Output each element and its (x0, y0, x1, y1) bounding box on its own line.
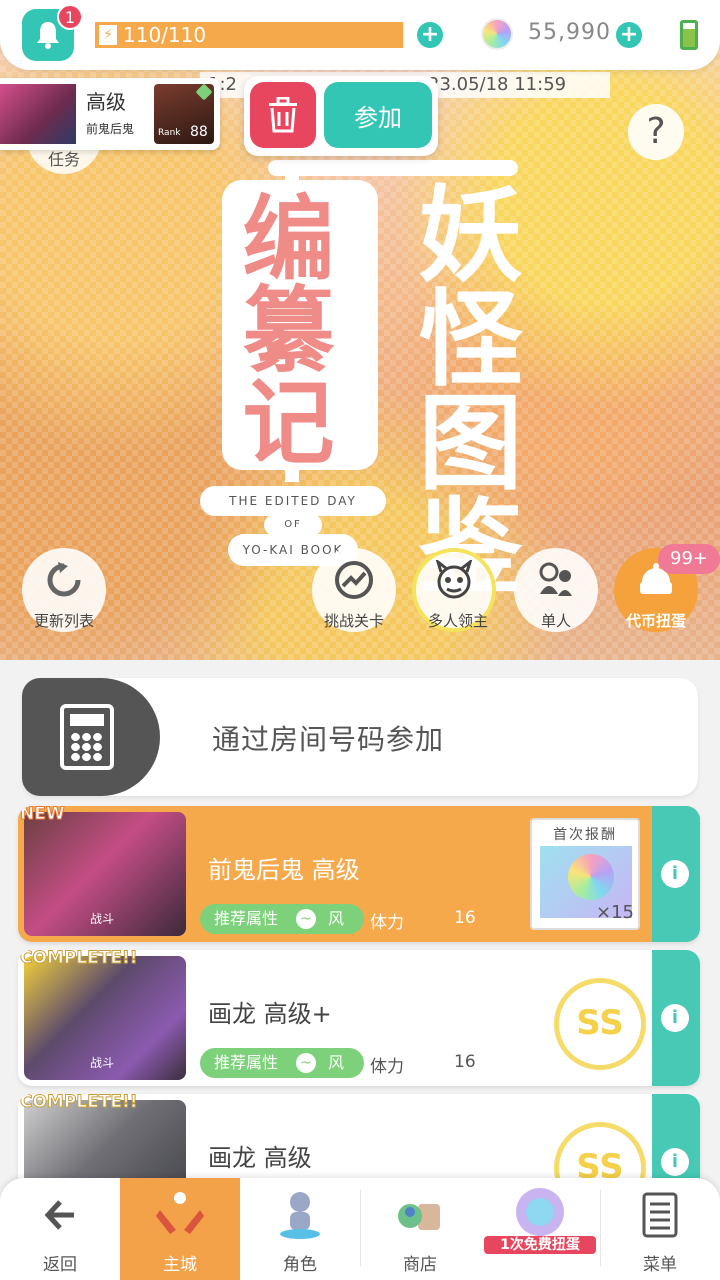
quest-boss-name: 前鬼后鬼 (86, 122, 135, 136)
rank-number: 88 (190, 124, 208, 140)
battle-label: 战斗 (90, 1056, 115, 1070)
ticker-right: 23.05/18 11:59 (428, 74, 567, 95)
room-code-icon-panel (22, 678, 160, 796)
stamina-label: 体力 (370, 913, 404, 933)
status-bar: 1 ⚡ 110/110 + 55,990 + (0, 0, 720, 70)
quest-title: 画龙 高级 (208, 1144, 312, 1172)
solo-button[interactable]: 单人 (514, 548, 598, 632)
complete-flag: COMPLETE!! (19, 950, 138, 969)
refresh-icon (47, 562, 81, 597)
battle-label: 战斗 (90, 912, 115, 926)
nav-back[interactable]: 返回 (0, 1178, 120, 1280)
attr-value: 风 (328, 1053, 345, 1072)
stamina-bar: ⚡ 110/110 (95, 22, 403, 48)
token-gacha-label: 代币扭蛋 (625, 612, 686, 630)
quest-title: 画龙 高级+ (208, 1000, 332, 1028)
solo-label: 单人 (540, 612, 571, 630)
multi-boss-label: 多人领主 (427, 612, 488, 630)
logo-decor-bar (268, 160, 518, 176)
nav-free-gacha[interactable]: 1次免费扭蛋 (480, 1178, 600, 1280)
first-reward-label: 首次报酬 (553, 827, 617, 843)
nav-shop-label: 商店 (403, 1255, 437, 1275)
stamina-text: 110/110 (123, 23, 207, 47)
logo-en-line1: THE EDITED DAY (200, 486, 386, 516)
task-label: 任务 (47, 150, 80, 169)
attr-label: 推荐属性 (214, 909, 279, 928)
recommended-attribute: 推荐属性 ~ 风 (200, 1048, 364, 1078)
new-flag: NEW (20, 806, 66, 825)
keypad-icon (60, 704, 114, 770)
logo-left-text: 编纂记 (227, 190, 334, 466)
ss-rank-stamp: SS (554, 978, 646, 1070)
notification-count-badge: 1 (57, 4, 83, 30)
quest-title: 前鬼后鬼 高级 (208, 856, 360, 884)
quest-info-button[interactable]: i (652, 950, 700, 1086)
rank-label: Rank (158, 128, 181, 138)
logo-en-line2: OF (264, 514, 322, 536)
demon-face-icon (435, 560, 473, 599)
nav-back-label: 返回 (43, 1255, 77, 1275)
add-currency-button[interactable]: + (616, 22, 642, 48)
info-icon: i (661, 1004, 689, 1032)
quest-info-button[interactable]: i (652, 806, 700, 942)
pinball-flipper-icon (156, 1192, 204, 1234)
help-button[interactable]: ? (628, 104, 684, 160)
quest-difficulty: 高级 (86, 90, 126, 114)
logo-left-panel: 编纂记 (222, 180, 378, 470)
gacha-count-badge: 99+ (658, 544, 720, 574)
challenge-stage-button[interactable]: 挑战关卡 (312, 548, 396, 632)
bell-icon (37, 22, 59, 49)
info-icon: i (661, 1148, 689, 1176)
solo-characters-icon (539, 562, 572, 596)
nav-shop[interactable]: 商店 (360, 1178, 480, 1280)
gacha-orb-icon (516, 1188, 564, 1236)
challenge-stage-label: 挑战关卡 (323, 612, 384, 630)
crystal-orb-icon (481, 18, 513, 50)
nav-menu[interactable]: 菜单 (600, 1178, 720, 1280)
nav-character-label: 角色 (283, 1255, 317, 1275)
first-reward-box: 首次报酬 ×15 (530, 818, 640, 930)
info-icon: i (661, 860, 689, 888)
attr-value: 风 (328, 909, 345, 928)
lightning-icon: ⚡ (99, 25, 117, 45)
complete-flag: COMPLETE!! (19, 1094, 138, 1113)
multi-boss-button[interactable]: 多人领主 (412, 548, 496, 632)
crystal-orb-icon (568, 854, 614, 900)
refresh-list-label: 更新列表 (33, 612, 94, 630)
join-button[interactable]: 参加 (324, 82, 432, 148)
back-arrow-icon (44, 1200, 74, 1230)
chart-arrow-icon (335, 561, 373, 599)
wind-icon: ~ (296, 909, 316, 929)
room-code-label: 通过房间号码参加 (212, 723, 445, 756)
wind-icon: ~ (296, 1053, 316, 1073)
menu-list-icon (642, 1192, 678, 1238)
attr-label: 推荐属性 (214, 1053, 279, 1072)
nav-free-gacha-label: 1次免费扭蛋 (484, 1236, 596, 1254)
reward-count: ×15 (596, 902, 634, 923)
quest-thumbnail (0, 84, 76, 144)
stamina-label: 体力 (370, 1057, 404, 1077)
delete-button[interactable] (250, 82, 316, 148)
battery-icon (680, 20, 698, 50)
selected-quest-card[interactable]: 高级 前鬼后鬼 Rank 88 (0, 78, 220, 150)
shop-bags-icon (398, 1204, 440, 1230)
nav-character[interactable]: 角色 (240, 1178, 360, 1280)
currency-amount: 55,990 (528, 20, 611, 45)
logo-right-text: 妖怪图鉴 (400, 180, 522, 596)
nav-main-city-label: 主城 (163, 1255, 197, 1275)
bottom-navigation: 返回 主城 角色 商店 1次免费扭蛋 菜单 (0, 1178, 720, 1280)
nav-menu-label: 菜单 (643, 1255, 677, 1275)
quest-row[interactable]: COMPLETE!! 战斗 画龙 高级+ 推荐属性 ~ 风 体力 16 SS i (18, 950, 700, 1086)
refresh-list-button[interactable]: 更新列表 (22, 548, 106, 632)
character-figure-icon (280, 1192, 320, 1239)
join-by-room-code-button[interactable]: 通过房间号码参加 (22, 678, 698, 796)
nav-main-city[interactable]: 主城 (120, 1178, 240, 1280)
quest-action-popup: 参加 (244, 76, 438, 156)
recommended-attribute: 推荐属性 ~ 风 (200, 904, 364, 934)
quest-row[interactable]: NEW 战斗 前鬼后鬼 高级 推荐属性 ~ 风 体力 16 首次报酬 ×15 i (18, 806, 700, 942)
stamina-cost: 16 (454, 908, 476, 928)
stamina-cost: 16 (454, 1052, 476, 1072)
add-stamina-button[interactable]: + (417, 22, 443, 48)
trash-icon (269, 97, 297, 133)
